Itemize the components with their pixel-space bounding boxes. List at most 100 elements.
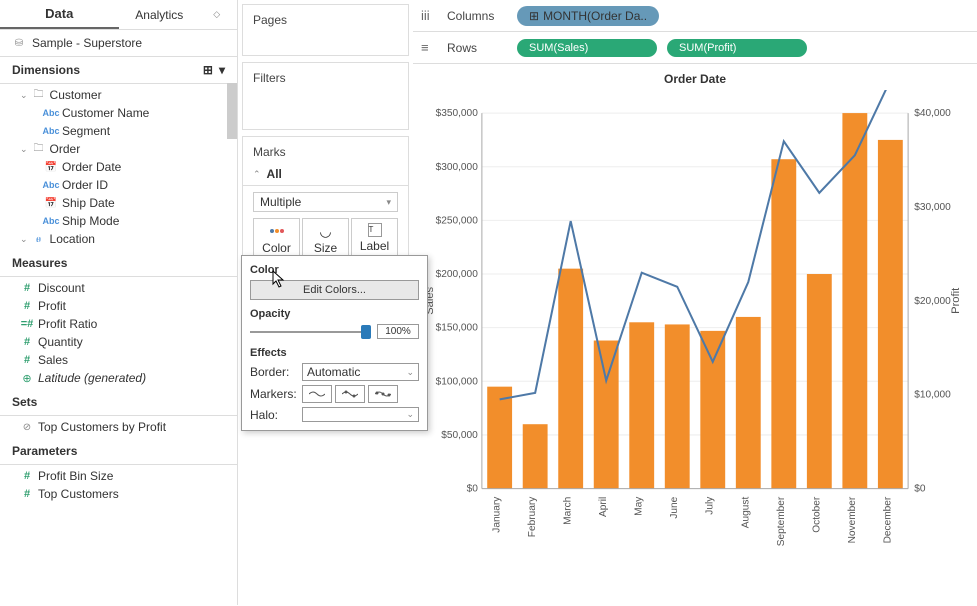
pill-sum-profit[interactable]: SUM(Profit) (667, 39, 807, 57)
svg-text:$30,000: $30,000 (914, 202, 951, 213)
string-icon: Abc (44, 106, 58, 120)
dimensions-header: Dimensions ⊞▾ (0, 57, 237, 84)
svg-text:November: November (847, 496, 858, 543)
number-icon: # (20, 335, 34, 349)
set-icon: ⊘ (20, 420, 34, 434)
svg-text:January: January (492, 496, 503, 533)
number-icon: # (20, 353, 34, 367)
string-icon: Abc (44, 178, 58, 192)
param-top-customers[interactable]: #Top Customers (0, 485, 237, 503)
number-icon: # (20, 281, 34, 295)
markers-all-button[interactable] (368, 385, 398, 403)
field-profit[interactable]: #Profit (0, 297, 237, 315)
field-quantity[interactable]: #Quantity (0, 333, 237, 351)
field-latitude[interactable]: ⊕Latitude (generated) (0, 369, 237, 387)
tab-data[interactable]: Data (0, 0, 119, 29)
sets-header: Sets (0, 389, 237, 416)
side-tabs: Data Analytics ◇ (0, 0, 237, 30)
filters-card[interactable]: Filters (242, 62, 409, 130)
opacity-value[interactable]: 100% (377, 324, 419, 339)
hierarchy-icon: ፀ (32, 232, 46, 246)
set-top-customers[interactable]: ⊘Top Customers by Profit (0, 418, 237, 436)
field-discount[interactable]: #Discount (0, 279, 237, 297)
string-icon: Abc (44, 124, 58, 138)
globe-icon: ⊕ (20, 371, 34, 385)
field-sales[interactable]: #Sales (0, 351, 237, 369)
svg-text:$200,000: $200,000 (436, 269, 479, 280)
cards-panel: Pages Filters Marks ⌃All Multiple▾ Color… (238, 0, 413, 605)
svg-text:$100,000: $100,000 (436, 376, 479, 387)
svg-text:August: August (740, 497, 751, 529)
tab-analytics[interactable]: Analytics ◇ (119, 0, 238, 29)
size-icon: ◡ (319, 223, 331, 239)
slider-handle[interactable] (361, 325, 371, 339)
svg-text:$0: $0 (467, 484, 479, 495)
folder-customer[interactable]: ⌄🗀Customer (0, 86, 237, 104)
marks-card: Marks ⌃All Multiple▾ Color ◡Size TLabel … (242, 136, 409, 269)
parameters-header: Parameters (0, 438, 237, 465)
date-icon: 📅 (44, 196, 58, 210)
plus-icon: ⊞ (529, 9, 539, 23)
svg-text:Profit: Profit (950, 287, 962, 314)
field-order-id[interactable]: AbcOrder ID (0, 176, 237, 194)
color-popup: Color Edit Colors... Opacity 100% Effect… (241, 255, 428, 431)
folder-order[interactable]: ⌄🗀Order (0, 140, 237, 158)
chart-canvas[interactable]: $0 $50,000 $100,000 $150,000 $200,000 $250,00… (421, 90, 969, 603)
pill-month-order-date[interactable]: ⊞MONTH(Order Da.. (517, 6, 659, 26)
field-profit-ratio[interactable]: =#Profit Ratio (0, 315, 237, 333)
pages-card[interactable]: Pages (242, 4, 409, 56)
pill-sum-sales[interactable]: SUM(Sales) (517, 39, 657, 57)
string-icon: Abc (44, 214, 58, 228)
svg-text:$0: $0 (914, 484, 926, 495)
scrollbar-thumb[interactable] (227, 83, 237, 139)
chart-viz: Order Date $0 $50,000 $100,000 $150,000 $200… (413, 64, 977, 605)
svg-text:March: March (563, 497, 574, 525)
chevron-down-icon: ⌃ (253, 169, 261, 180)
opacity-slider[interactable] (250, 331, 371, 333)
svg-text:July: July (705, 496, 716, 515)
marks-all-row[interactable]: ⌃All (243, 163, 408, 186)
field-ship-mode[interactable]: AbcShip Mode (0, 212, 237, 230)
svg-text:February: February (527, 496, 538, 537)
folder-location[interactable]: ⌄ፀLocation (0, 230, 237, 248)
number-icon: =# (20, 317, 34, 331)
svg-text:$300,000: $300,000 (436, 162, 479, 173)
svg-text:$150,000: $150,000 (436, 323, 479, 334)
number-icon: # (20, 469, 34, 483)
svg-text:$250,000: $250,000 (436, 215, 479, 226)
data-pane: Data Analytics ◇ ⛁ Sample - Superstore D… (0, 0, 238, 605)
columns-shelf[interactable]: iii Columns ⊞MONTH(Order Da.. (413, 0, 977, 32)
mark-type-dropdown[interactable]: Multiple▾ (253, 192, 398, 212)
edit-colors-button[interactable]: Edit Colors... (250, 280, 419, 300)
search-icon[interactable]: ▾ (219, 63, 225, 77)
field-customer-name[interactable]: AbcCustomer Name (0, 104, 237, 122)
markers-auto-button[interactable] (335, 385, 365, 403)
param-profit-bin[interactable]: #Profit Bin Size (0, 467, 237, 485)
datasource-row[interactable]: ⛁ Sample - Superstore (0, 30, 237, 57)
field-segment[interactable]: AbcSegment (0, 122, 237, 140)
svg-text:$20,000: $20,000 (914, 296, 951, 307)
view-grid-icon[interactable]: ⊞ (203, 63, 213, 77)
svg-text:$50,000: $50,000 (441, 430, 478, 441)
rows-shelf[interactable]: ≡ Rows SUM(Sales) SUM(Profit) (413, 32, 977, 64)
marks-size-button[interactable]: ◡Size (302, 218, 349, 260)
date-icon: 📅 (44, 160, 58, 174)
worksheet-area: iii Columns ⊞MONTH(Order Da.. ≡ Rows SUM… (413, 0, 977, 605)
field-order-date[interactable]: 📅Order Date (0, 158, 237, 176)
rows-icon: ≡ (421, 40, 437, 55)
halo-select[interactable]: ⌄ (302, 407, 419, 422)
chart-title: Order Date (421, 72, 969, 86)
svg-text:$10,000: $10,000 (914, 390, 951, 401)
border-select[interactable]: Automatic⌄ (302, 363, 419, 381)
columns-icon: iii (421, 8, 437, 23)
markers-none-button[interactable] (302, 385, 332, 403)
number-icon: # (20, 299, 34, 313)
field-ship-date[interactable]: 📅Ship Date (0, 194, 237, 212)
marks-color-button[interactable]: Color (253, 218, 300, 260)
datasource-icon: ⛁ (12, 36, 26, 50)
marks-label-button[interactable]: TLabel (351, 218, 398, 260)
folder-icon: 🗀 (32, 88, 46, 102)
svg-text:$350,000: $350,000 (436, 108, 479, 119)
svg-text:October: October (811, 496, 822, 533)
folder-icon: 🗀 (32, 142, 46, 156)
